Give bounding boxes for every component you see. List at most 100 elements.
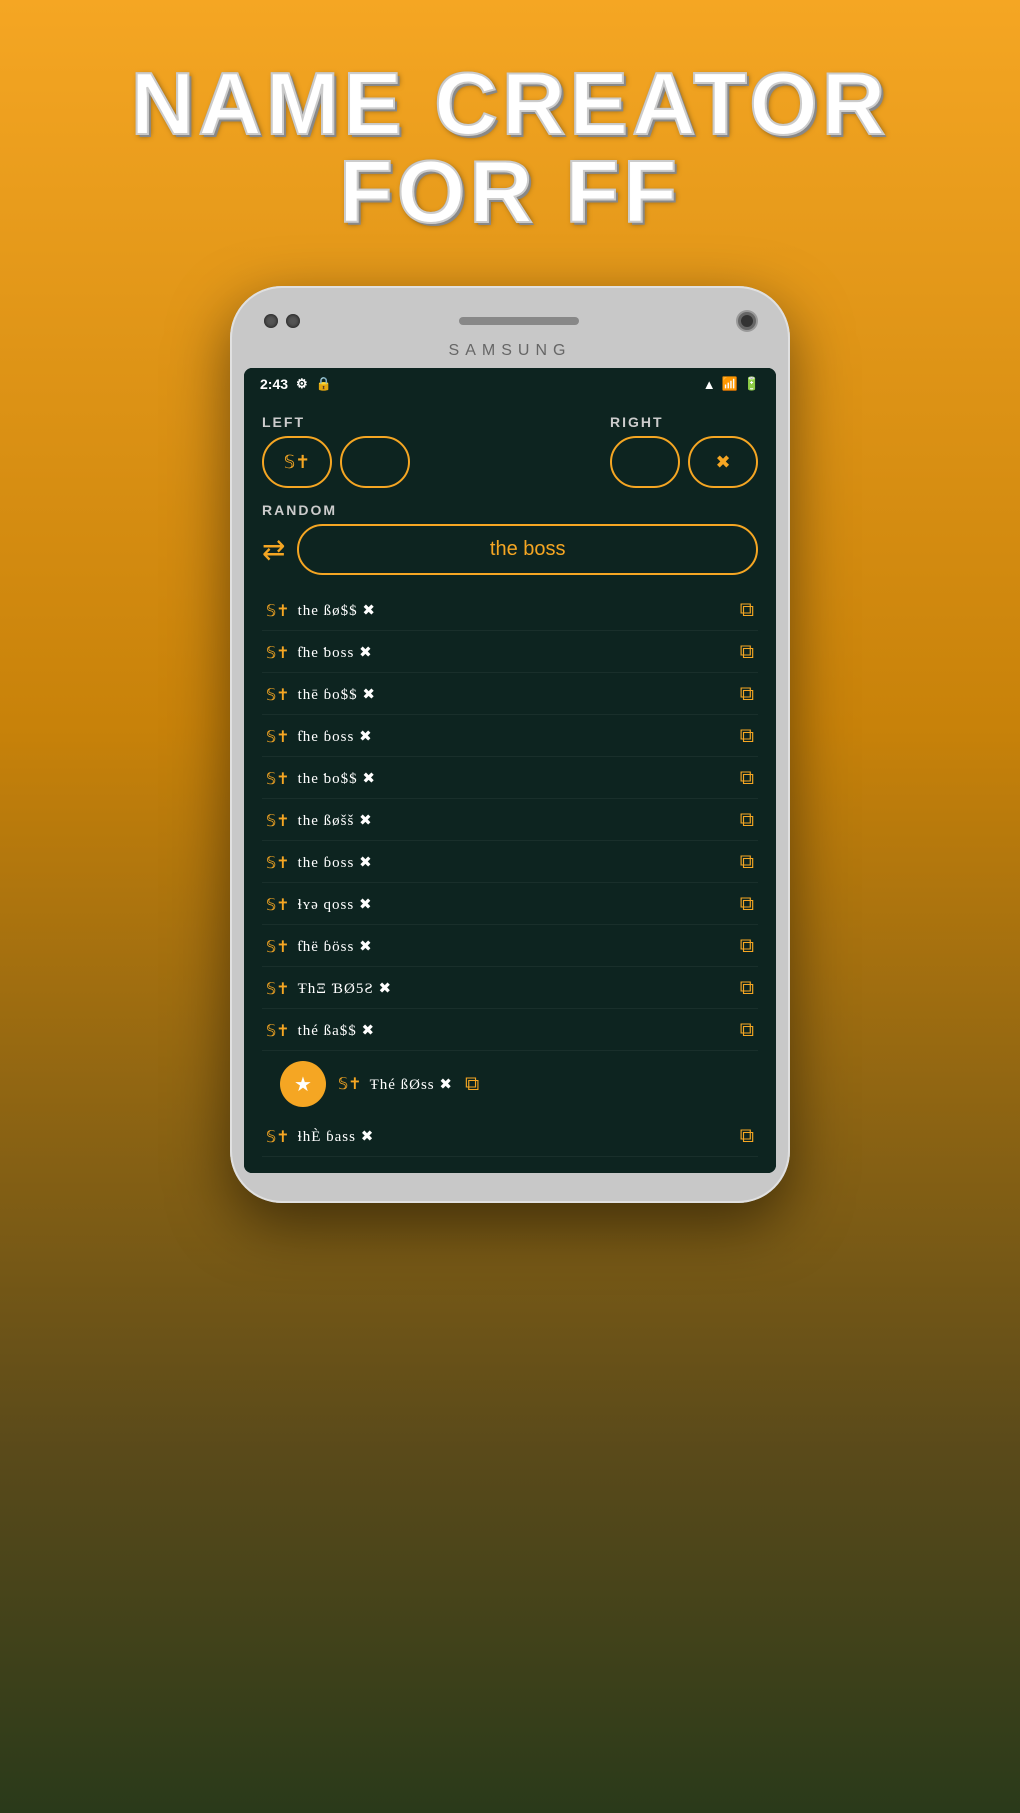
result-name: ƭhe ɓoss ✖ [298,727,373,746]
item-prefix-symbol: 𝕊✝ [266,1021,290,1041]
settings-icon: ⚙ [296,376,308,392]
copy-icon[interactable]: ⧉ [740,599,754,622]
result-text: 𝕊✝ the ɓoss ✖ [266,853,373,873]
copy-icon[interactable]: ⧉ [740,725,754,748]
phone-top-hardware [244,304,776,342]
item-prefix-symbol-partial: 𝕊✝ [266,1127,290,1147]
copy-icon[interactable]: ⧉ [740,767,754,790]
results-list: 𝕊✝ the ßø$$ ✖ ⧉ 𝕊✝ ƭhe ƅoss ✖ ⧉ [262,591,758,1051]
wifi-icon: ▲ [703,377,716,392]
camera-dot-2 [286,314,300,328]
copy-icon[interactable]: ⧉ [740,683,754,706]
copy-icon[interactable]: ⧉ [740,641,754,664]
item-prefix-symbol: 𝕊✝ [266,979,290,999]
item-prefix-symbol: 𝕊✝ [266,769,290,789]
item-prefix-symbol: 𝕊✝ [266,643,290,663]
result-name: thē ɓo$$ ✖ [298,685,376,704]
item-prefix-symbol: 𝕊✝ [266,685,290,705]
result-text-partial: 𝕊✝ ɬhÈ ɓass ✖ [266,1127,374,1147]
result-text: 𝕊✝ the ßøšš ✖ [266,811,373,831]
result-name: the ɓoss ✖ [298,853,373,872]
result-name: the ßø$$ ✖ [298,601,376,620]
copy-icon-bottom[interactable]: ⧉ [465,1073,479,1096]
list-item: 𝕊✝ thé ßa$$ ✖ ⧉ [262,1011,758,1051]
copy-icon[interactable]: ⧉ [740,935,754,958]
shuffle-icon[interactable]: ⇄ [262,533,285,566]
copy-icon[interactable]: ⧉ [740,1019,754,1042]
copy-icon[interactable]: ⧉ [740,977,754,1000]
list-item: 𝕊✝ ƭhë ɓöss ✖ ⧉ [262,927,758,967]
item-prefix-symbol: 𝕊✝ [266,601,290,621]
signal-icon: 📶 [722,376,738,392]
result-text: 𝕊✝ thē ɓo$$ ✖ [266,685,376,705]
status-time: 2:43 [260,376,288,392]
copy-icon-partial[interactable]: ⧉ [740,1125,754,1148]
status-right: ▲ 📶 🔋 [703,376,760,392]
battery-lock-icon: 🔒 [316,376,332,392]
list-item-partial: 𝕊✝ ɬhÈ ɓass ✖ ⧉ [262,1117,758,1157]
favorites-button[interactable]: ★ [280,1061,326,1107]
camera-group [264,314,300,328]
app-title-section: NAME CREATOR FOR FF [0,0,1020,266]
result-name-partial: ɬhÈ ɓass ✖ [298,1127,375,1146]
result-text: 𝕊✝ ŦhΞ ƁØ5Ƨ ✖ [266,979,392,999]
right-symbol-btn-2[interactable]: ✖ [688,436,758,488]
symbol-icon-1: 𝕊✝ [284,452,311,473]
right-group: RIGHT ✖ [610,414,758,488]
item-prefix-symbol: 𝕊✝ [266,727,290,747]
result-name: the ßøšš ✖ [298,811,373,830]
left-label: LEFT [262,414,305,430]
lr-container: LEFT 𝕊✝ RIGHT [262,414,758,488]
result-name: ƭhë ɓöss ✖ [298,937,373,956]
item-prefix-symbol: 𝕊✝ [266,853,290,873]
result-name-bottom: Ŧhé ßØss ✖ [370,1075,453,1094]
list-item: 𝕊✝ ƭhe ɓoss ✖ ⧉ [262,717,758,757]
result-text: 𝕊✝ the ƅo$$ ✖ [266,769,376,789]
result-text: 𝕊✝ ƭhe ƅoss ✖ [266,643,373,663]
random-section: RANDOM ⇄ the boss [262,502,758,575]
app-content: LEFT 𝕊✝ RIGHT [244,398,776,1173]
status-left: 2:43 ⚙ 🔒 [260,376,332,392]
list-item: 𝕊✝ the ɓoss ✖ ⧉ [262,843,758,883]
name-display[interactable]: the boss [297,524,758,575]
status-bar: 2:43 ⚙ 🔒 ▲ 📶 🔋 [244,368,776,398]
list-item: 𝕊✝ ɬʏǝ qoss ✖ ⧉ [262,885,758,925]
result-name: ƭhe ƅoss ✖ [298,643,373,662]
copy-icon[interactable]: ⧉ [740,809,754,832]
list-item: 𝕊✝ ƭhe ƅoss ✖ ⧉ [262,633,758,673]
list-item: 𝕊✝ the ßøšš ✖ ⧉ [262,801,758,841]
random-row: ⇄ the boss [262,524,758,575]
result-name: thé ßa$$ ✖ [298,1021,376,1040]
left-symbol-btn-2[interactable] [340,436,410,488]
item-prefix-symbol: 𝕊✝ [266,811,290,831]
symbol-icon-4: ✖ [715,452,730,473]
result-name: the ƅo$$ ✖ [298,769,376,788]
left-symbol-btn-1[interactable]: 𝕊✝ [262,436,332,488]
list-item: 𝕊✝ thē ɓo$$ ✖ ⧉ [262,675,758,715]
result-name: ɬʏǝ qoss ✖ [298,895,373,914]
list-item: 𝕊✝ ŦhΞ ƁØ5Ƨ ✖ ⧉ [262,969,758,1009]
right-buttons: ✖ [610,436,758,488]
copy-icon[interactable]: ⧉ [740,893,754,916]
star-icon: ★ [294,1072,312,1097]
result-text: 𝕊✝ ɬʏǝ qoss ✖ [266,895,373,915]
result-text-bottom: 𝕊✝ Ŧhé ßØss ✖ [338,1074,453,1094]
front-camera [738,312,756,330]
bottom-bar: ★ 𝕊✝ Ŧhé ßØss ✖ ⧉ [262,1051,758,1117]
random-label: RANDOM [262,502,758,518]
result-text: 𝕊✝ thé ßa$$ ✖ [266,1021,375,1041]
brand-label: SAMSUNG [244,342,776,360]
phone-screen: 2:43 ⚙ 🔒 ▲ 📶 🔋 LEFT [244,368,776,1173]
left-group: LEFT 𝕊✝ [262,414,410,488]
list-item: 𝕊✝ the ƅo$$ ✖ ⧉ [262,759,758,799]
app-title: NAME CREATOR FOR FF [0,60,1020,236]
copy-icon[interactable]: ⧉ [740,851,754,874]
result-name: ŦhΞ ƁØ5Ƨ ✖ [298,979,392,998]
camera-dot-1 [264,314,278,328]
battery-icon: 🔋 [744,376,760,392]
result-text: 𝕊✝ ƭhë ɓöss ✖ [266,937,373,957]
item-prefix-symbol: 𝕊✝ [266,937,290,957]
phone-frame: SAMSUNG 2:43 ⚙ 🔒 ▲ 📶 🔋 [230,286,790,1203]
right-symbol-btn-1[interactable] [610,436,680,488]
right-label: RIGHT [610,414,664,430]
